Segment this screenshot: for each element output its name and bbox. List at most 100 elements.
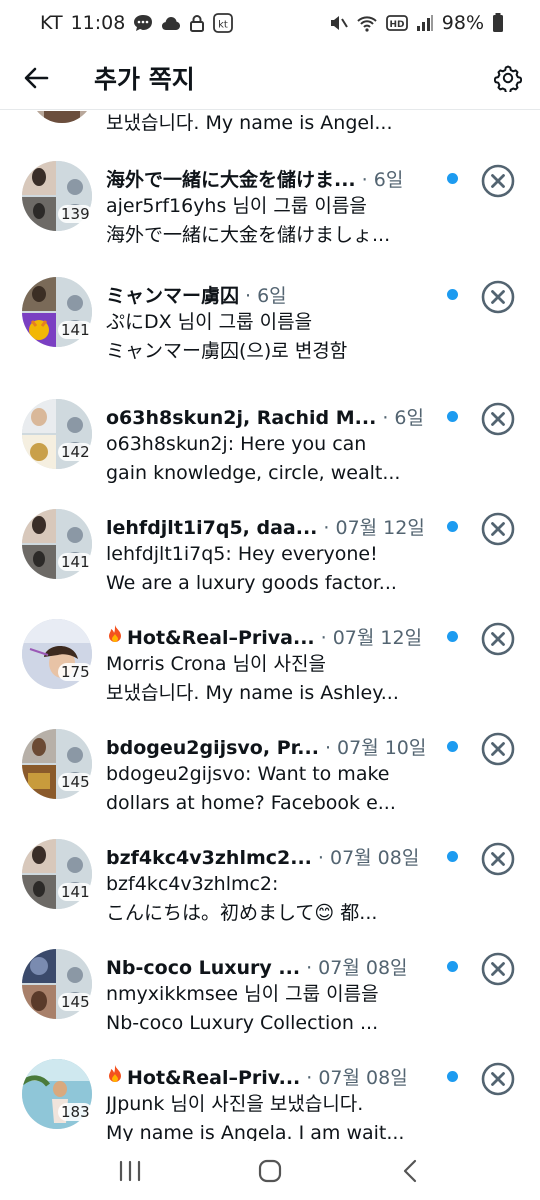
close-circle-icon bbox=[481, 732, 515, 766]
battery-percent: 98% bbox=[441, 12, 484, 34]
conversation-title-line: o63h8skun2j, Rachid M... · 6일 bbox=[106, 403, 436, 431]
dismiss-button[interactable] bbox=[480, 279, 516, 315]
member-count-badge: 141 bbox=[58, 883, 93, 901]
conversation-row[interactable]: 141 ミャンマー虜囚 · 6일 ぷにDX 님이 그룹 이름을 ミャンマー虜囚(… bbox=[0, 277, 540, 387]
lock-icon bbox=[189, 14, 205, 32]
conversation-title-line: ミャンマー虜囚 · 6일 bbox=[106, 281, 436, 309]
dismiss-button[interactable] bbox=[480, 1061, 516, 1097]
avatar bbox=[30, 111, 94, 123]
partial-conversation-row[interactable]: 보냈습니다. My name is Angel... bbox=[0, 111, 540, 141]
conversation-row[interactable]: 145 bdogeu2gijsvo, Pr... · 07월 10일 bdoge… bbox=[0, 729, 540, 839]
conversation-row[interactable]: 183 Hot&Real–Priv... · 07월 08일 JJpunk 님이… bbox=[0, 1059, 540, 1141]
partial-row-preview: 보냈습니다. My name is Angel... bbox=[106, 112, 393, 134]
preview-line-1: lehfdjlt1i7q5: Hey everyone! bbox=[106, 543, 378, 565]
unread-dot bbox=[447, 1071, 458, 1082]
dismiss-button[interactable] bbox=[480, 951, 516, 987]
unread-dot bbox=[447, 289, 458, 300]
unread-dot bbox=[447, 173, 458, 184]
preview-line-2: ミャンマー虜囚(으)로 변경함 bbox=[106, 340, 348, 362]
dismiss-button[interactable] bbox=[480, 163, 516, 199]
unread-dot bbox=[447, 411, 458, 422]
preview-line-1: ぷにDX 님이 그룹 이름을 bbox=[106, 311, 313, 333]
member-count-badge: 183 bbox=[58, 1103, 93, 1121]
conversation-title-line: Nb-coco Luxury ... · 07월 08일 bbox=[106, 953, 436, 981]
conversation-name: o63h8skun2j, Rachid M... bbox=[106, 407, 377, 429]
dismiss-button[interactable] bbox=[480, 511, 516, 547]
preview-line-1: Morris Crona 님이 사진을 bbox=[106, 653, 326, 675]
mute-icon bbox=[328, 13, 348, 33]
preview-line-2: Nb-coco Luxury Collection ... bbox=[106, 1012, 379, 1034]
preview-line-1: nmyxikkmsee 님이 그룹 이름을 bbox=[106, 983, 379, 1005]
conversation-time: · 07월 12일 bbox=[323, 517, 425, 539]
home-button[interactable] bbox=[240, 1146, 300, 1196]
preview-line-1: o63h8skun2j: Here you can bbox=[106, 433, 367, 455]
gear-icon bbox=[494, 65, 522, 92]
recent-apps-button[interactable] bbox=[100, 1146, 160, 1196]
conversation-row[interactable]: 142 o63h8skun2j, Rachid M... · 6일 o63h8s… bbox=[0, 399, 540, 509]
cloud-icon bbox=[161, 15, 181, 31]
conversation-title-line: Hot&Real–Priv... · 07월 08일 bbox=[106, 1063, 436, 1091]
dismiss-button[interactable] bbox=[480, 401, 516, 437]
kt-badge-icon: kt bbox=[213, 13, 234, 33]
preview-line-2: 海外で一緒に大金を儲けましょ... bbox=[106, 224, 391, 246]
preview-line-1: ajer5rf16yhs 님이 그룹 이름을 bbox=[106, 195, 367, 217]
conversation-name: bdogeu2gijsvo, Pr... bbox=[106, 737, 319, 759]
preview-line-2: My name is Angela. I am wait... bbox=[106, 1122, 405, 1141]
page-title: 추가 쪽지 bbox=[94, 64, 195, 94]
chevron-left-icon bbox=[403, 1159, 417, 1182]
back-nav-button[interactable] bbox=[380, 1146, 440, 1196]
dismiss-button[interactable] bbox=[480, 841, 516, 877]
conversation-time: · 07월 08일 bbox=[306, 957, 408, 979]
wifi-call-icon bbox=[356, 14, 378, 32]
dismiss-button[interactable] bbox=[480, 621, 516, 657]
carrier-label: KT bbox=[40, 12, 63, 34]
status-left: KT 11:08 kt bbox=[40, 12, 234, 34]
conversation-time: · 6일 bbox=[361, 169, 404, 191]
clock: 11:08 bbox=[70, 12, 126, 34]
conversation-name: ミャンマー虜囚 bbox=[106, 285, 240, 307]
close-circle-icon bbox=[481, 164, 515, 198]
member-count-badge: 175 bbox=[58, 663, 93, 681]
home-icon bbox=[258, 1159, 282, 1182]
unread-dot bbox=[447, 631, 458, 642]
member-count-badge: 142 bbox=[58, 443, 93, 461]
conversation-row[interactable]: 141 bzf4kc4v3zhlmc2... · 07월 08일 bzf4kc4… bbox=[0, 839, 540, 949]
hd-voice-icon: HD bbox=[385, 14, 408, 32]
close-circle-icon bbox=[481, 842, 515, 876]
conversation-list[interactable]: 보냈습니다. My name is Angel... 139 海外で一緒に大金を… bbox=[0, 111, 540, 1141]
fire-icon bbox=[106, 624, 124, 644]
preview-line-2: dollars at home? Facebook e... bbox=[106, 792, 396, 814]
app-header: 추가 쪽지 bbox=[0, 46, 540, 110]
settings-button[interactable] bbox=[480, 50, 536, 106]
unread-dot bbox=[447, 851, 458, 862]
conversation-title-line: bzf4kc4v3zhlmc2... · 07월 08일 bbox=[106, 843, 436, 871]
preview-line-1: JJpunk 님이 사진을 보냈습니다. bbox=[106, 1093, 364, 1115]
preview-line-2: gain knowledge, circle, wealt... bbox=[106, 462, 401, 484]
unread-dot bbox=[447, 741, 458, 752]
member-count-badge: 145 bbox=[58, 773, 93, 791]
conversation-time: · 6일 bbox=[245, 285, 287, 307]
close-circle-icon bbox=[481, 622, 515, 656]
back-button[interactable] bbox=[8, 50, 64, 106]
conversation-name: Nb-coco Luxury ... bbox=[106, 957, 301, 979]
preview-line-2: 보냈습니다. My name is Ashley... bbox=[106, 682, 399, 704]
unread-dot bbox=[447, 521, 458, 532]
status-bar: KT 11:08 kt HD 98% bbox=[0, 0, 540, 46]
conversation-time: · 6일 bbox=[382, 407, 424, 429]
conversation-row[interactable]: 145 Nb-coco Luxury ... · 07월 08일 nmyxikk… bbox=[0, 949, 540, 1059]
signal-icon bbox=[416, 14, 434, 32]
conversation-row[interactable]: 139 海外で一緒に大金を儲けま... · 6일 ajer5rf16yhs 님이… bbox=[0, 161, 540, 271]
preview-line-1: bzf4kc4v3zhlmc2: bbox=[106, 873, 279, 895]
member-count-badge: 141 bbox=[58, 321, 93, 339]
conversation-row[interactable]: 175 Hot&Real–Priva... · 07월 12일 Morris C… bbox=[0, 619, 540, 729]
conversation-name: Hot&Real–Priv... bbox=[127, 1067, 301, 1089]
member-count-badge: 139 bbox=[58, 205, 93, 223]
conversation-time: · 07월 12일 bbox=[320, 627, 423, 649]
member-count-badge: 145 bbox=[58, 993, 93, 1011]
status-right: HD 98% bbox=[328, 12, 504, 34]
close-circle-icon bbox=[481, 402, 515, 436]
dismiss-button[interactable] bbox=[480, 731, 516, 767]
conversation-row[interactable]: 141 lehfdjlt1i7q5, daa... · 07월 12일 lehf… bbox=[0, 509, 540, 619]
preview-line-2: We are a luxury goods factor... bbox=[106, 572, 397, 594]
close-circle-icon bbox=[481, 512, 515, 546]
